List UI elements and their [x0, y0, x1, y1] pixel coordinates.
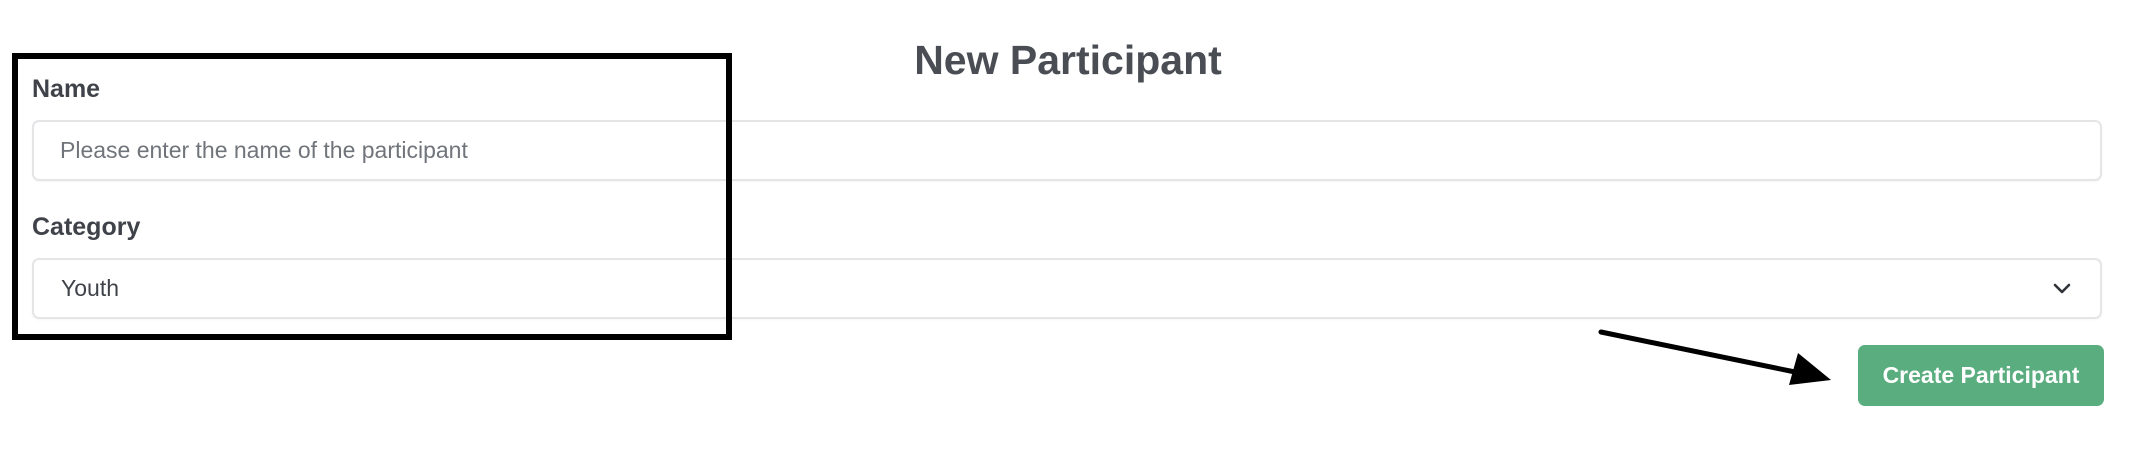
name-input[interactable] — [32, 120, 2102, 181]
create-participant-button[interactable]: Create Participant — [1858, 345, 2104, 406]
category-select[interactable]: Youth — [32, 258, 2102, 319]
category-selected-value: Youth — [61, 275, 119, 301]
name-label: Name — [32, 75, 101, 103]
page-title: New Participant — [914, 37, 1222, 84]
chevron-down-icon — [2053, 283, 2071, 294]
annotation-arrow-icon — [1598, 329, 1831, 385]
category-label: Category — [32, 213, 141, 241]
